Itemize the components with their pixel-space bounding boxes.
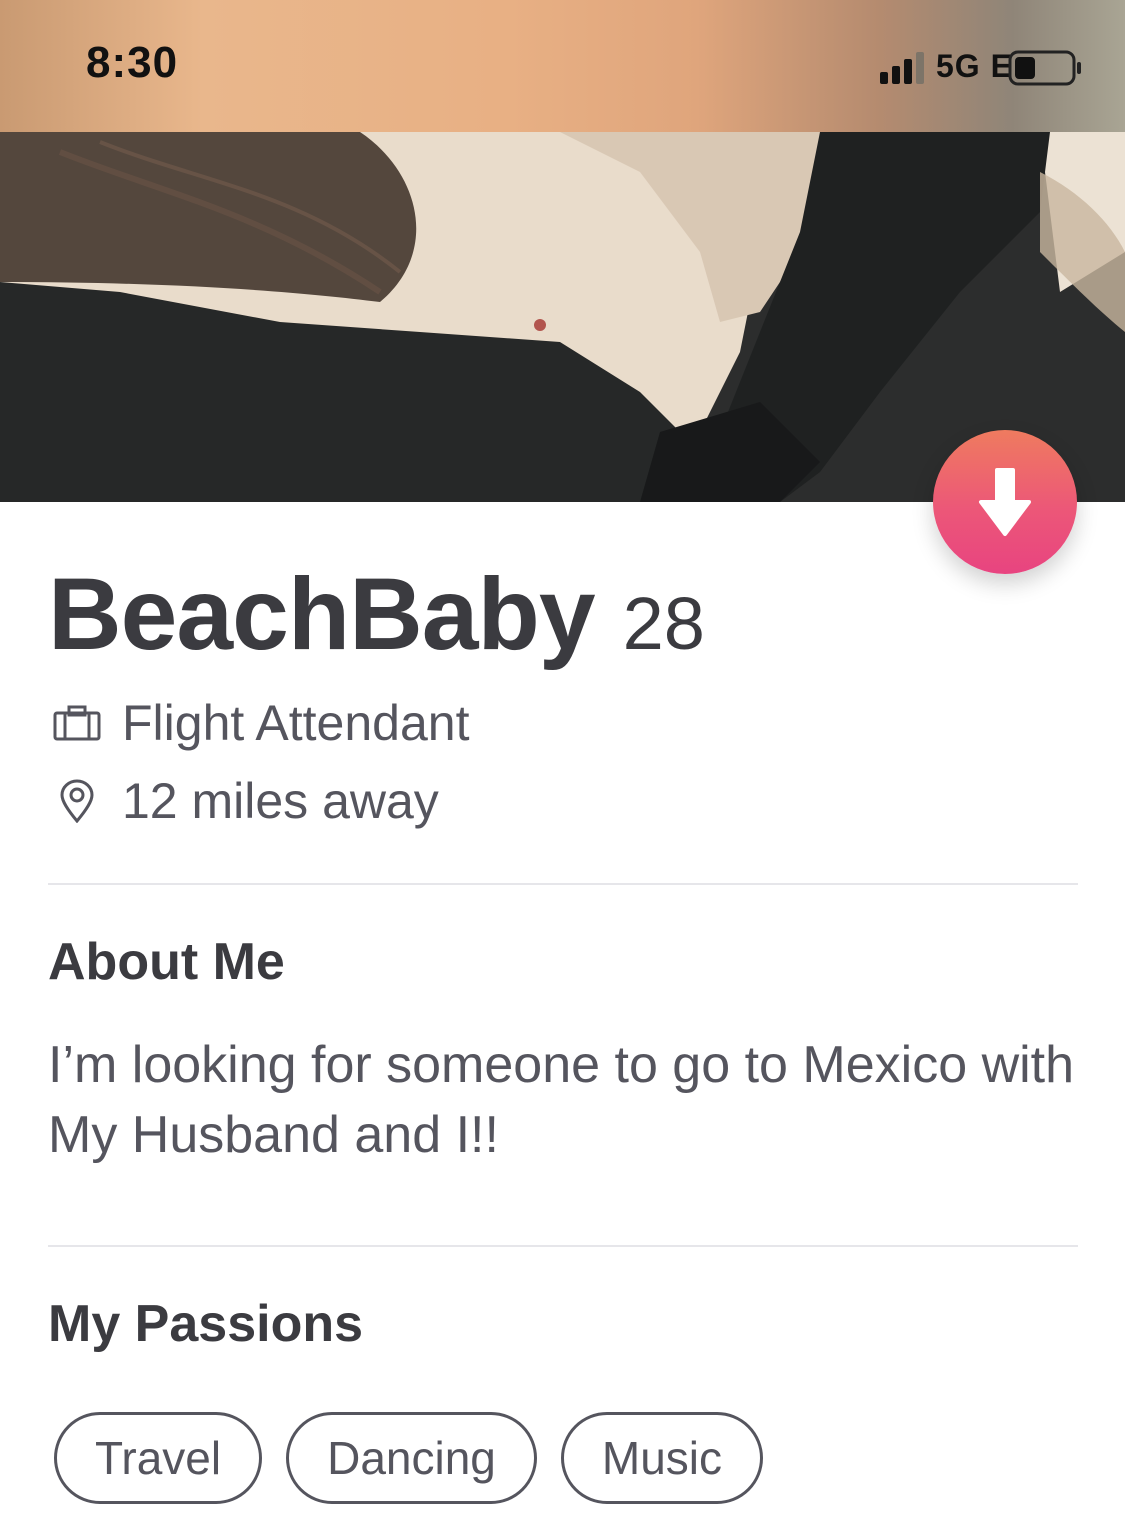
passion-chip-dancing[interactable]: Dancing [286, 1412, 537, 1504]
name-row: BeachBaby 28 [48, 556, 705, 673]
passion-chip-music[interactable]: Music [560, 1412, 764, 1504]
divider [48, 1245, 1078, 1247]
passions-heading: My Passions [48, 1295, 364, 1353]
profile-name: BeachBaby [48, 557, 596, 671]
job-title: Flight Attendant [122, 695, 470, 751]
passion-chip-travel[interactable]: Travel [54, 1412, 263, 1504]
status-bar: 8:30 5G E [0, 0, 1125, 132]
distance-row: 12 miles away [52, 772, 439, 830]
signal-icon [880, 52, 924, 84]
divider [48, 883, 1078, 885]
network-label: 5G E [936, 48, 1013, 84]
location-pin-icon [52, 776, 102, 826]
profile-age: 28 [622, 582, 705, 665]
distance-text: 12 miles away [122, 773, 439, 829]
passions-list: Travel Dancing Music [54, 1412, 764, 1504]
about-text: I’m looking for someone to go to Mexico … [48, 1036, 1075, 1164]
profile-photo[interactable] [0, 132, 1125, 502]
job-row: Flight Attendant [52, 694, 469, 752]
status-time: 8:30 [86, 38, 179, 87]
profile-photo-image [0, 132, 1125, 502]
about-heading: About Me [48, 933, 285, 991]
briefcase-icon [52, 698, 102, 748]
battery-icon [1008, 50, 1081, 86]
collapse-profile-button[interactable] [933, 430, 1077, 574]
arrow-down-icon [979, 468, 1031, 536]
profile-screen: 8:30 5G E BeachBaby 28 Flight Attendant … [0, 0, 1125, 1531]
